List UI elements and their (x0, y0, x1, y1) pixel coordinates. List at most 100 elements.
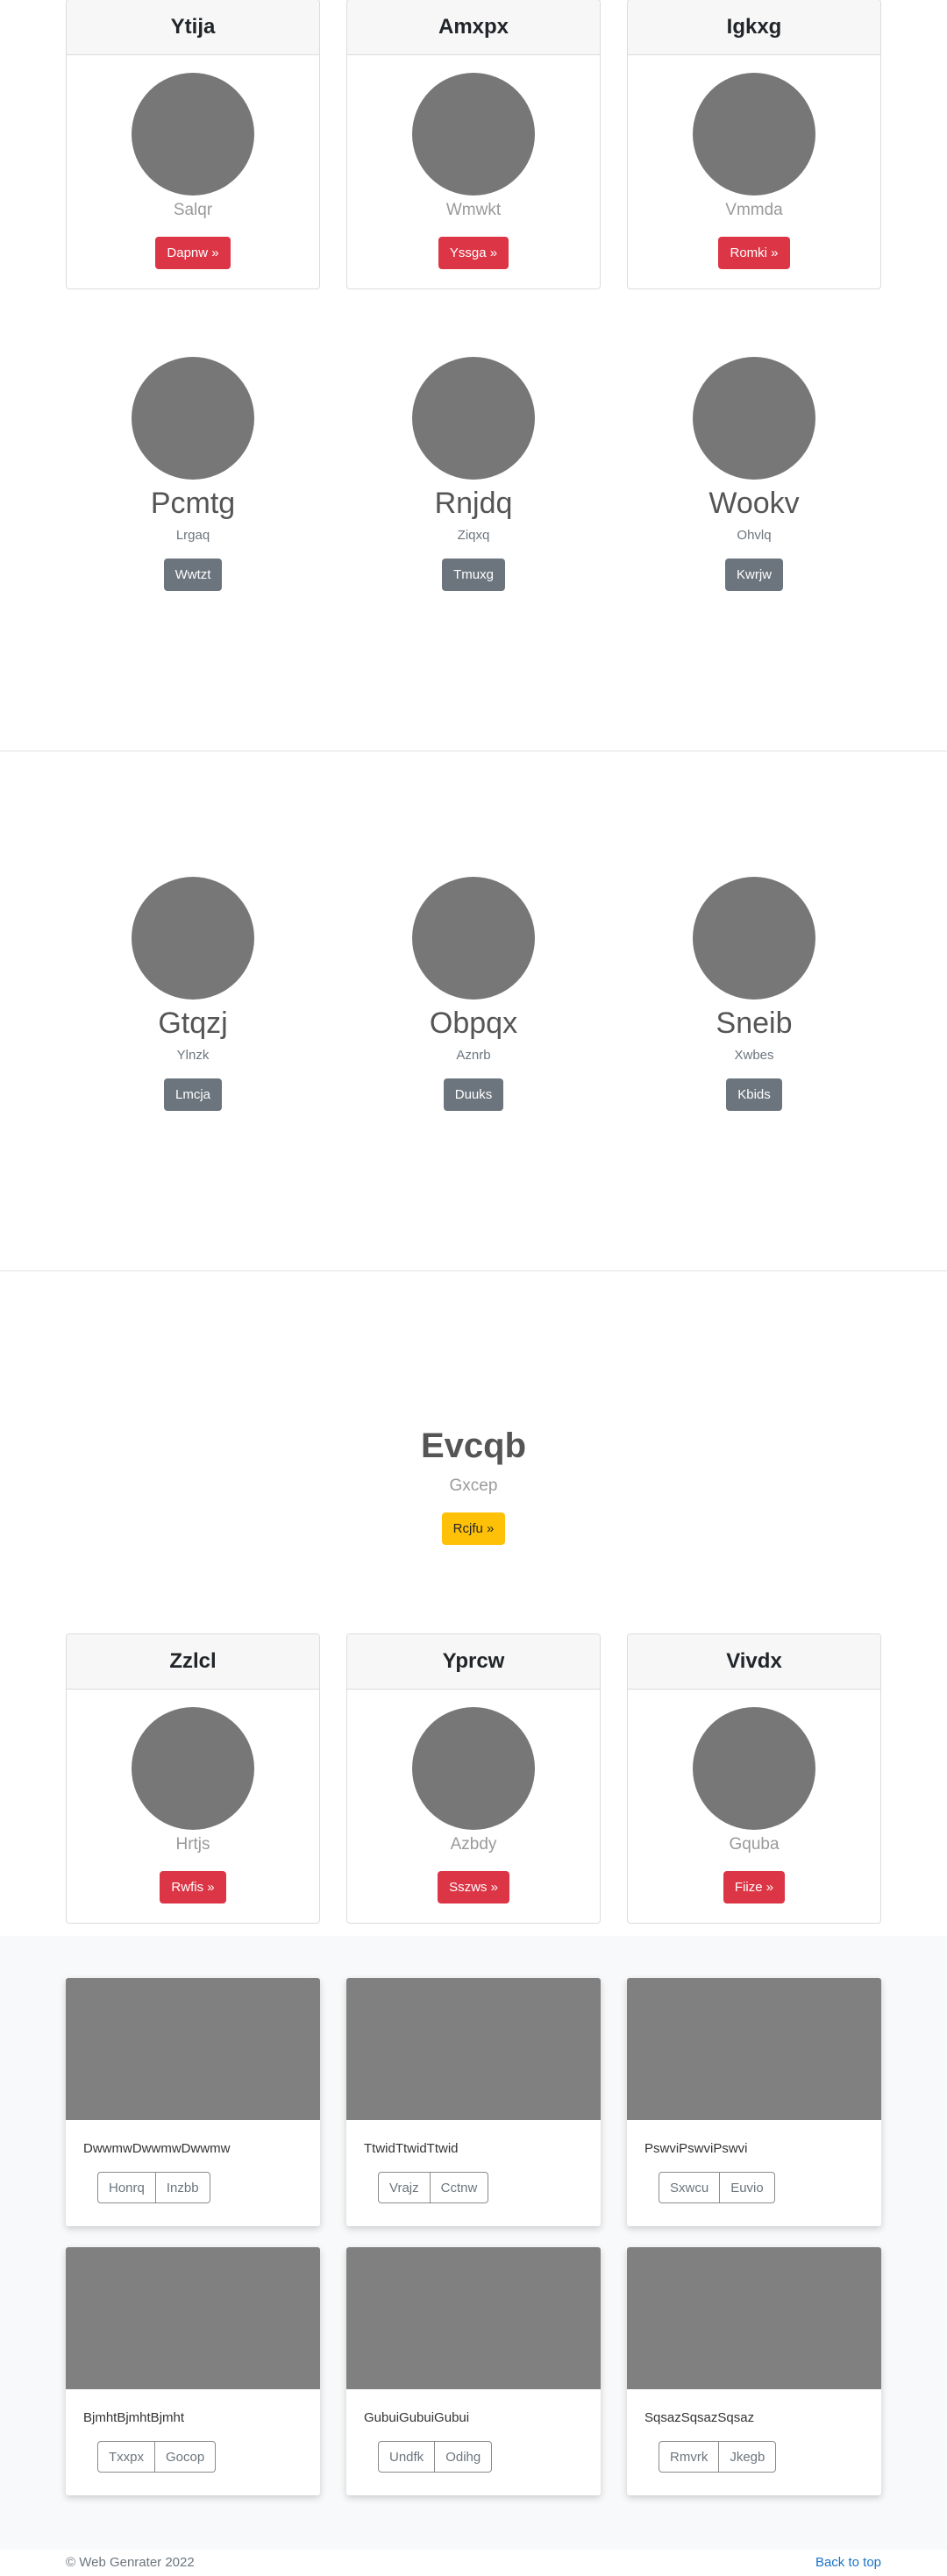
album-card-text: DwwmwDwwmwDwwmw (83, 2141, 231, 2156)
album-button-1[interactable]: Txxpx (97, 2441, 156, 2473)
feature-card: Ytija Salqr Dapnw » (66, 0, 320, 289)
feature-card: Zzlcl Hrtjs Rwfis » (66, 1633, 320, 1924)
album-button-2[interactable]: Jkegb (719, 2441, 777, 2473)
avatar-placeholder (132, 1707, 254, 1830)
album-card: GubuiGubuiGubui Undfk Odihg (346, 2247, 601, 2495)
album-card: SqsazSqsazSqsaz Rmvrk Jkegb (627, 2247, 881, 2495)
avatar-placeholder (132, 877, 254, 1000)
album-button-1[interactable]: Rmvrk (659, 2441, 720, 2473)
button-group: Undfk Odihg (378, 2441, 493, 2473)
avatar-placeholder (132, 357, 254, 480)
card-action-button[interactable]: Rwfis » (160, 1871, 226, 1904)
team-row: Pcmtg Lrgaq Wwtzt Rnjdq Ziqxq Tmuxg Wook… (66, 357, 881, 591)
team-member: Wookv Ohvlq Kwrjw (666, 357, 842, 591)
album-button-2[interactable]: Euvio (720, 2172, 775, 2203)
thumbnail-placeholder (346, 2247, 601, 2389)
card-subtitle: Hrtjs (175, 1835, 210, 1854)
thumbnail-placeholder (346, 1978, 601, 2120)
member-button[interactable]: Tmuxg (442, 559, 505, 591)
member-name: Wookv (708, 487, 800, 520)
member-name: Gtqzj (158, 1007, 228, 1040)
button-group: Sxwcu Euvio (659, 2172, 775, 2203)
member-role: Aznrb (456, 1048, 491, 1063)
feature-card: Igkxg Vmmda Romki » (627, 0, 881, 289)
card-action-button[interactable]: Romki » (718, 237, 790, 269)
member-role: Xwbes (734, 1048, 774, 1063)
album-button-1[interactable]: Undfk (378, 2441, 436, 2473)
thumbnail-placeholder (627, 1978, 881, 2120)
card-subtitle: Wmwkt (445, 201, 502, 219)
card-title: Zzlcl (67, 1634, 319, 1690)
hero-title: Evcqb (420, 1427, 527, 1465)
album-card-text: BjmhtBjmhtBjmht (83, 2410, 185, 2425)
member-role: Ziqxq (457, 528, 490, 543)
card-subtitle: Vmmda (725, 201, 783, 219)
card-action-button[interactable]: Fiize » (723, 1871, 786, 1904)
album-button-2[interactable]: Cctnw (430, 2172, 489, 2203)
section-divider (0, 1270, 947, 1271)
album-button-1[interactable]: Sxwcu (659, 2172, 721, 2203)
card-title: Amxpx (347, 0, 600, 55)
avatar-placeholder (132, 73, 254, 196)
top-card-row: Ytija Salqr Dapnw » Amxpx Wmwkt Yssga » … (66, 0, 881, 289)
member-button[interactable]: Duuks (443, 1078, 504, 1111)
card-subtitle: Salqr (173, 201, 213, 219)
feature-card: Amxpx Wmwkt Yssga » (346, 0, 601, 289)
team-member: Obpqx Aznrb Duuks (386, 877, 561, 1111)
member-role: Lrgaq (175, 528, 210, 543)
member-role: Ohvlq (737, 528, 772, 543)
member-button[interactable]: Wwtzt (163, 559, 223, 591)
feature-card: Vivdx Gquba Fiize » (627, 1633, 881, 1924)
member-name: Rnjdq (434, 487, 513, 520)
album-card-text: SqsazSqsazSqsaz (644, 2410, 755, 2425)
album-card: DwwmwDwwmwDwwmw Honrq Inzbb (66, 1978, 320, 2226)
member-name: Sneib (716, 1007, 793, 1040)
card-subtitle: Azbdy (450, 1835, 497, 1854)
album-card-text: TtwidTtwidTtwid (364, 2141, 459, 2156)
album-card: BjmhtBjmhtBjmht Txxpx Gocop (66, 2247, 320, 2495)
bottom-card-row: Zzlcl Hrtjs Rwfis » Yprcw Azbdy Sszws » … (66, 1633, 881, 1924)
album-card: PswviPswviPswvi Sxwcu Euvio (627, 1978, 881, 2226)
team-member: Gtqzj Ylnzk Lmcja (105, 877, 281, 1111)
avatar-placeholder (412, 1707, 535, 1830)
card-title: Igkxg (628, 0, 880, 55)
avatar-placeholder (693, 73, 815, 196)
member-button[interactable]: Lmcja (163, 1078, 222, 1111)
album-grid: DwwmwDwwmwDwwmw Honrq Inzbb TtwidTtwidTt… (66, 1978, 881, 2495)
footer-copyright: © Web Genrater 2022 (66, 2555, 195, 2570)
avatar-placeholder (412, 357, 535, 480)
thumbnail-placeholder (66, 2247, 320, 2389)
album-button-1[interactable]: Honrq (97, 2172, 156, 2203)
album-button-2[interactable]: Inzbb (155, 2172, 210, 2203)
hero-subtitle: Gxcep (449, 1477, 498, 1495)
avatar-placeholder (693, 1707, 815, 1830)
card-title: Vivdx (628, 1634, 880, 1690)
card-action-button[interactable]: Yssga » (438, 237, 509, 269)
team-row: Gtqzj Ylnzk Lmcja Obpqx Aznrb Duuks Snei… (66, 877, 881, 1111)
album-section: DwwmwDwwmwDwwmw Honrq Inzbb TtwidTtwidTt… (0, 1936, 947, 2550)
album-card-text: PswviPswviPswvi (644, 2141, 748, 2156)
thumbnail-placeholder (627, 2247, 881, 2389)
card-action-button[interactable]: Sszws » (438, 1871, 509, 1904)
album-button-2[interactable]: Gocop (155, 2441, 217, 2473)
team-member: Sneib Xwbes Kbids (666, 877, 842, 1111)
page: Ytija Salqr Dapnw » Amxpx Wmwkt Yssga » … (0, 0, 947, 2576)
member-button[interactable]: Kbids (726, 1078, 782, 1111)
avatar-placeholder (693, 877, 815, 1000)
button-group: Vrajz Cctnw (378, 2172, 489, 2203)
album-button-1[interactable]: Vrajz (378, 2172, 431, 2203)
hero-button[interactable]: Rcjfu » (441, 1512, 506, 1545)
member-role: Ylnzk (176, 1048, 210, 1063)
team-member: Rnjdq Ziqxq Tmuxg (386, 357, 561, 591)
team-member: Pcmtg Lrgaq Wwtzt (105, 357, 281, 591)
card-title: Yprcw (347, 1634, 600, 1690)
album-button-2[interactable]: Odihg (435, 2441, 493, 2473)
member-name: Pcmtg (150, 487, 236, 520)
avatar-placeholder (693, 357, 815, 480)
hero-section: Evcqb Gxcep Rcjfu » (0, 1427, 947, 1545)
button-group: Honrq Inzbb (97, 2172, 210, 2203)
card-action-button[interactable]: Dapnw » (155, 237, 231, 269)
member-button[interactable]: Kwrjw (725, 559, 783, 591)
back-to-top-link[interactable]: Back to top (815, 2555, 881, 2570)
album-card: TtwidTtwidTtwid Vrajz Cctnw (346, 1978, 601, 2226)
